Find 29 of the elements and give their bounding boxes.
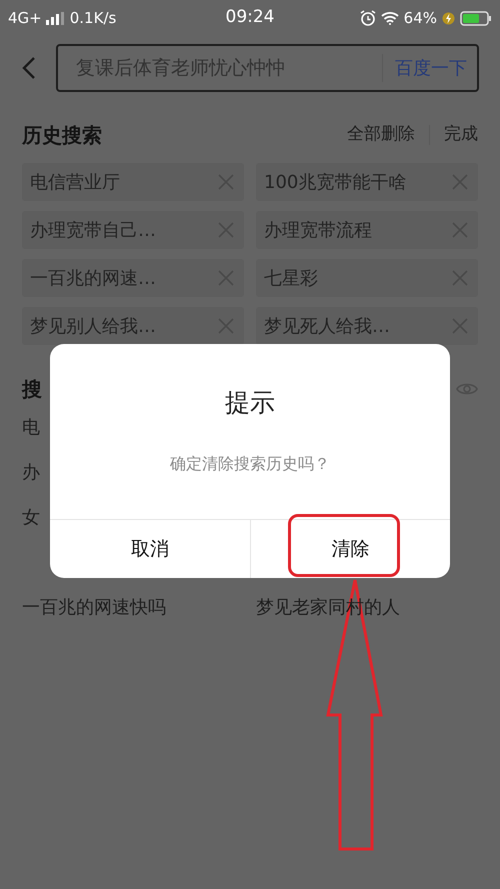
wifi-icon [380,11,399,25]
clock: 09:24 [226,6,274,30]
history-chip[interactable]: 梦见死人给我… [256,307,478,345]
signal-icon [46,12,66,24]
charging-icon [442,12,455,24]
history-chip[interactable]: 电信营业厅 [22,163,244,201]
eye-icon[interactable] [456,381,478,397]
section-title: 搜 [22,376,42,403]
dialog-button[interactable]: 清除 [250,520,450,578]
battery-percent: 64% [404,8,437,29]
battery-icon [460,10,492,26]
dialog-message: 确定清除搜索历史吗？ [169,452,331,474]
search-suggestion[interactable]: 一百兆的网速快吗 [22,594,244,621]
dialog-button[interactable]: 取消 [50,520,250,578]
action-link[interactable]: 完成 [444,122,478,148]
history-chip[interactable]: 梦见别人给我… [22,307,244,345]
action-link[interactable]: 全部删除 [347,122,415,148]
dialog-title: 提示 [224,387,276,419]
history-chip[interactable]: 一百兆的网速… [22,259,244,297]
search-button[interactable]: 百度一下 [395,54,467,82]
history-chip[interactable]: 办理宽带自己… [22,211,244,249]
history-chip[interactable]: 办理宽带流程 [256,211,478,249]
back-icon[interactable] [22,56,36,80]
network-speed: 0.1K/s [70,8,116,29]
alarm-icon [360,10,376,26]
history-chip[interactable]: 七星彩 [256,259,478,297]
history-chip[interactable]: 100兆宽带能干啥 [256,163,478,201]
section-title: 历史搜索 [22,122,102,149]
network-type: 4G+ [8,8,42,29]
